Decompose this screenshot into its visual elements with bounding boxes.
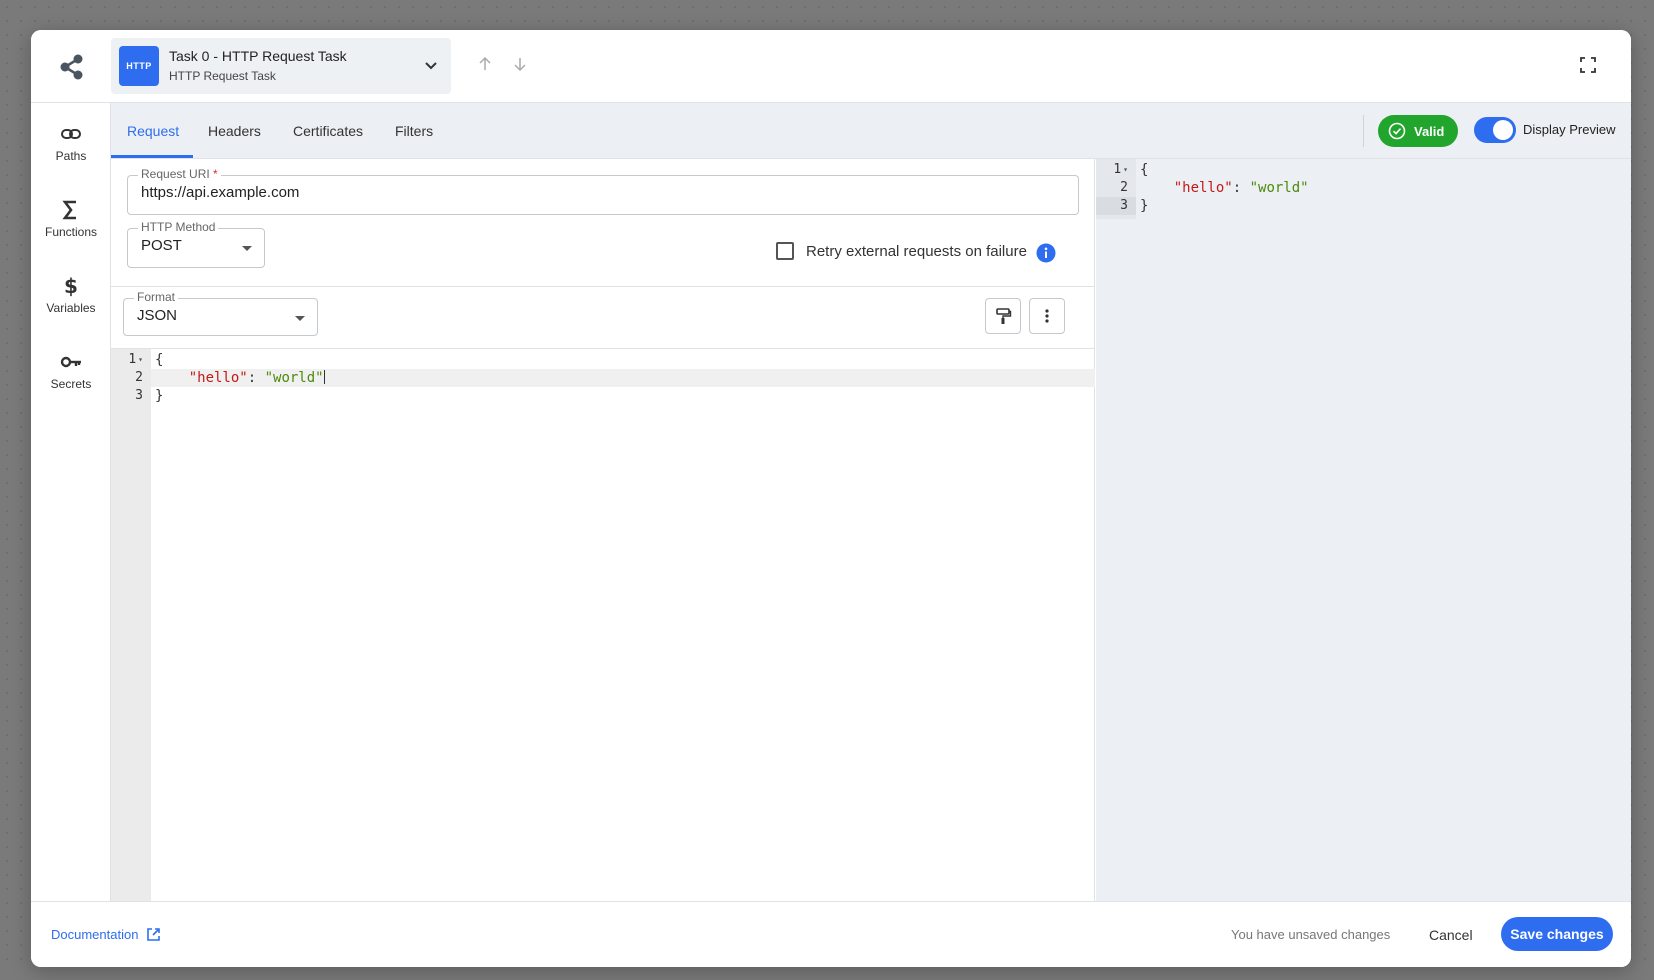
- json-value: "world": [1249, 180, 1309, 196]
- code-line: }: [1140, 198, 1149, 214]
- format-value: JSON: [137, 307, 178, 324]
- valid-label: Valid: [1414, 123, 1445, 139]
- retry-checkbox[interactable]: [776, 242, 794, 260]
- sidebar-item-label: Secrets: [50, 377, 92, 391]
- request-uri-legend: Request URI *: [138, 167, 221, 181]
- more-vertical-icon: [1045, 309, 1049, 323]
- http-method-label: HTTP Method: [138, 220, 219, 234]
- json-separator: :: [1232, 180, 1250, 196]
- line-number: 3: [135, 388, 143, 403]
- modal-header: HTTP Task 0 - HTTP Request Task HTTP Req…: [31, 30, 1631, 103]
- json-key: "hello": [188, 370, 248, 386]
- format-select[interactable]: Format JSON: [123, 290, 318, 336]
- sigma-icon: [62, 200, 76, 220]
- tab-headers[interactable]: Headers: [208, 123, 261, 139]
- code-line: {: [155, 352, 164, 368]
- modal-footer: Documentation You have unsaved changes C…: [31, 901, 1631, 967]
- request-uri-label: Request URI: [141, 167, 210, 181]
- save-changes-button[interactable]: Save changes: [1501, 917, 1613, 951]
- fold-toggle-icon[interactable]: ▾: [1123, 165, 1128, 174]
- line-number: 1 ▾: [128, 352, 143, 367]
- code-line: "hello": "world": [155, 369, 325, 387]
- preview-code-viewer[interactable]: 1 ▾ 2 3 { "hello": "world" }: [1096, 159, 1631, 901]
- arrow-down-icon[interactable]: [512, 56, 528, 72]
- arrow-up-icon[interactable]: [477, 56, 493, 72]
- editor-gutter: [111, 349, 151, 901]
- key-icon: [60, 356, 81, 368]
- task-title: Task 0 - HTTP Request Task: [169, 48, 347, 64]
- link-icon: [61, 129, 81, 139]
- cancel-button[interactable]: Cancel: [1429, 927, 1473, 943]
- line-number: 1 ▾: [1113, 162, 1128, 177]
- info-icon[interactable]: [1036, 243, 1056, 263]
- active-tab-indicator: [111, 155, 193, 158]
- documentation-link[interactable]: Documentation: [51, 927, 161, 942]
- sidebar-item-variables[interactable]: $ Variables: [31, 275, 111, 335]
- valid-status-badge: Valid: [1378, 115, 1458, 147]
- json-value: "world": [264, 370, 324, 386]
- preview-pane: 1 ▾ 2 3 { "hello": "world" }: [1096, 159, 1631, 901]
- task-selector[interactable]: HTTP Task 0 - HTTP Request Task HTTP Req…: [111, 38, 451, 94]
- task-subtitle: HTTP Request Task: [169, 69, 276, 83]
- json-separator: :: [247, 370, 265, 386]
- format-label: Format: [134, 290, 179, 304]
- request-form-pane: Request URI * https://api.example.com HT…: [111, 159, 1095, 901]
- retry-label: Retry external requests on failure: [806, 243, 1027, 260]
- sidebar-item-paths[interactable]: Paths: [31, 123, 111, 183]
- chevron-down-icon[interactable]: [423, 58, 439, 74]
- display-preview-label: Display Preview: [1523, 122, 1616, 137]
- request-uri-value: https://api.example.com: [141, 184, 300, 201]
- code-line: "hello": "world": [1140, 179, 1309, 197]
- sidebar-item-label: Paths: [55, 149, 87, 163]
- task-editor-modal: HTTP Task 0 - HTTP Request Task HTTP Req…: [31, 30, 1631, 967]
- sidebar-item-functions[interactable]: Functions: [31, 199, 111, 259]
- tab-filters[interactable]: Filters: [395, 123, 433, 139]
- fold-toggle-icon[interactable]: ▾: [138, 355, 143, 364]
- sidebar-item-label: Functions: [44, 225, 98, 239]
- body-code-editor[interactable]: 1 ▾ 2 3 { "hello": "world" }: [111, 349, 1095, 901]
- code-line: {: [1140, 162, 1149, 178]
- http-method-value: POST: [141, 237, 182, 254]
- svg-text:$: $: [64, 275, 78, 297]
- line-number: 2: [1120, 180, 1128, 195]
- toggle-knob: [1493, 120, 1513, 140]
- tab-certificates[interactable]: Certificates: [293, 123, 363, 139]
- main-area: Request Headers Certificates Filters Val…: [111, 103, 1631, 901]
- display-preview-toggle[interactable]: [1474, 117, 1516, 143]
- tab-request[interactable]: Request: [127, 123, 179, 139]
- share-nodes-icon: [60, 54, 83, 80]
- unsaved-changes-text: You have unsaved changes: [1231, 927, 1391, 942]
- documentation-label: Documentation: [51, 927, 139, 942]
- left-rail: Paths Functions $ Variables Secrets: [31, 103, 111, 901]
- background-strip: [0, 966, 1654, 980]
- more-options-button[interactable]: [1029, 298, 1065, 334]
- sidebar-item-secrets[interactable]: Secrets: [31, 351, 111, 411]
- code-line: }: [155, 388, 164, 404]
- request-uri-field[interactable]: Request URI * https://api.example.com: [127, 167, 1079, 215]
- tabs-bar: Request Headers Certificates Filters Val…: [111, 103, 1631, 159]
- dollar-icon: $: [64, 275, 78, 297]
- caret-down-icon: [295, 316, 305, 321]
- fullscreen-icon[interactable]: [1579, 56, 1597, 74]
- line-number: 2: [135, 370, 143, 385]
- line-number: 3: [1120, 198, 1128, 213]
- json-key: "hello": [1173, 180, 1233, 196]
- http-task-badge: HTTP: [119, 46, 159, 86]
- format-code-button[interactable]: [985, 298, 1021, 334]
- sidebar-item-label: Variables: [46, 301, 96, 315]
- divider: [111, 286, 1095, 287]
- divider: [1363, 115, 1364, 147]
- required-asterisk: *: [213, 167, 218, 181]
- http-method-select[interactable]: HTTP Method POST: [127, 220, 265, 268]
- check-circle-icon: [1388, 122, 1406, 140]
- text-cursor: [323, 370, 325, 384]
- external-link-icon: [147, 928, 161, 941]
- paint-roller-icon: [996, 308, 1012, 324]
- caret-down-icon: [242, 246, 252, 251]
